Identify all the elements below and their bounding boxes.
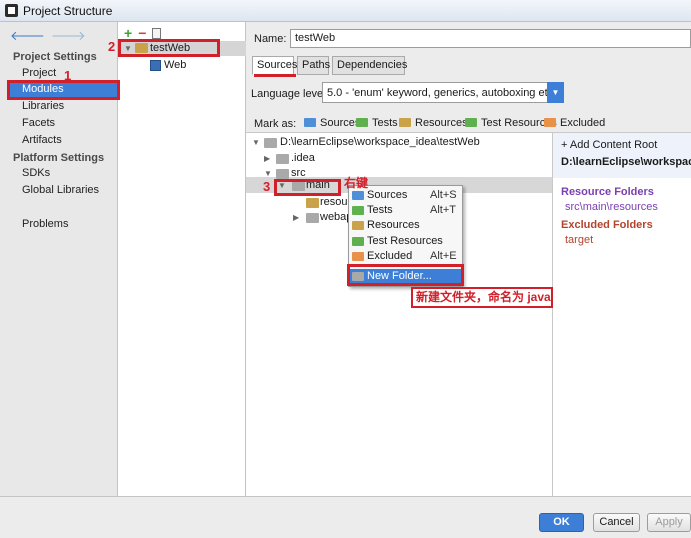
cancel-button[interactable]: Cancel bbox=[593, 513, 640, 532]
add-content-root-label: Add Content Root bbox=[569, 139, 658, 151]
collapse-arrow-icon[interactable]: ▶ bbox=[293, 210, 299, 225]
tests-folder-icon bbox=[352, 206, 364, 215]
excluded-folder-icon bbox=[352, 252, 364, 261]
annotation-box-modules bbox=[7, 80, 120, 100]
resource-folder-entry: src\main\resources bbox=[565, 201, 658, 213]
resource-folders-heading: Resource Folders bbox=[561, 186, 654, 198]
resources-folder-icon bbox=[306, 198, 319, 208]
ok-button[interactable]: OK bbox=[539, 513, 584, 532]
menu-item-tests[interactable]: Tests Alt+T bbox=[349, 203, 462, 218]
menu-item-label: Tests bbox=[367, 204, 393, 216]
nav-item-sdks[interactable]: SDKs bbox=[8, 165, 118, 182]
tab-dependencies[interactable]: Dependencies bbox=[332, 56, 407, 75]
menu-item-label: Sources bbox=[367, 189, 408, 201]
name-label: Name: bbox=[254, 33, 287, 45]
nav-item-libraries[interactable]: Libraries bbox=[8, 98, 118, 115]
expand-arrow-icon[interactable]: ▼ bbox=[252, 135, 260, 150]
web-facet-icon bbox=[150, 60, 161, 71]
add-content-root-button[interactable]: + Add Content Root bbox=[561, 139, 657, 151]
tab-sources[interactable]: Sources bbox=[252, 56, 297, 75]
nav-item-problems[interactable]: Problems bbox=[8, 216, 118, 233]
annotation-callout: 新建文件夹，命名为 java bbox=[411, 287, 553, 308]
annotation-right-click: 右键 bbox=[344, 176, 369, 190]
facet-label: Web bbox=[164, 59, 187, 71]
annotation-step-3: 3 bbox=[263, 179, 271, 194]
menu-item-label: Resources bbox=[367, 219, 420, 231]
menu-item-test-resources[interactable]: Test Resources bbox=[349, 234, 462, 249]
mark-tests-label: Tests bbox=[372, 117, 398, 129]
menu-item-label: Excluded bbox=[367, 250, 413, 262]
tree-node-label: .idea bbox=[291, 152, 315, 164]
mark-excluded-button[interactable]: Excluded bbox=[544, 116, 605, 132]
platform-settings-heading: Platform Settings bbox=[13, 152, 105, 164]
nav-item-facets[interactable]: Facets bbox=[8, 115, 118, 132]
excluded-folder-icon bbox=[544, 118, 556, 127]
tree-node-label: resour bbox=[320, 196, 352, 208]
annotation-box-new-folder bbox=[347, 264, 464, 286]
window-title: Project Structure bbox=[23, 4, 113, 18]
project-settings-heading: Project Settings bbox=[13, 51, 97, 63]
menu-shortcut: Alt+E bbox=[430, 250, 457, 262]
mark-excluded-label: Excluded bbox=[560, 117, 606, 129]
tree-node-label: D:\learnEclipse\workspace_idea\testWeb bbox=[280, 136, 480, 148]
folder-icon bbox=[264, 138, 277, 148]
annotation-step-1: 1 bbox=[64, 68, 72, 83]
annotation-box-main bbox=[274, 179, 341, 196]
menu-item-resources[interactable]: Resources bbox=[349, 218, 462, 233]
plus-icon: + bbox=[561, 139, 570, 151]
menu-shortcut: Alt+S bbox=[430, 189, 457, 201]
resources-folder-icon bbox=[352, 221, 364, 230]
sources-folder-icon bbox=[352, 191, 364, 200]
mark-resources-button[interactable]: Resources bbox=[399, 116, 468, 132]
modules-panel: + − ▼ testWeb Web bbox=[118, 22, 246, 496]
mark-sources-label: Sources bbox=[320, 117, 361, 129]
test-resources-folder-icon bbox=[465, 118, 477, 127]
content-root-panel: + Add Content Root D:\learnEclipse\works… bbox=[552, 132, 691, 496]
collapse-arrow-icon[interactable]: ▶ bbox=[264, 151, 270, 166]
dialog-button-bar: OK Cancel Apply bbox=[0, 496, 691, 538]
intellij-app-icon bbox=[5, 4, 18, 17]
menu-shortcut: Alt+T bbox=[430, 204, 456, 216]
chevron-down-icon[interactable]: ▼ bbox=[547, 82, 564, 103]
folder-icon bbox=[306, 213, 319, 223]
menu-item-excluded[interactable]: Excluded Alt+E bbox=[349, 249, 462, 264]
content-root-path: D:\learnEclipse\workspace_id bbox=[561, 156, 691, 168]
language-level-select[interactable]: 5.0 - 'enum' keyword, generics, autoboxi… bbox=[322, 82, 564, 103]
folder-icon bbox=[276, 154, 289, 164]
menu-item-label: Test Resources bbox=[367, 235, 443, 247]
resources-folder-icon bbox=[399, 118, 411, 127]
mark-tests-button[interactable]: Tests bbox=[356, 116, 398, 132]
test-resources-folder-icon bbox=[352, 237, 364, 246]
annotation-step-2: 2 bbox=[108, 39, 116, 54]
arrow-right-icon[interactable]: 🡒 bbox=[51, 28, 86, 43]
tests-folder-icon bbox=[356, 118, 368, 127]
annotation-box-module bbox=[118, 39, 220, 57]
language-level-label: Language level: bbox=[251, 88, 329, 100]
excluded-folder-entry: target bbox=[565, 234, 594, 246]
arrow-left-icon[interactable]: 🡐 bbox=[10, 28, 45, 43]
module-facet-row[interactable]: Web bbox=[118, 58, 246, 73]
copy-icon[interactable] bbox=[152, 28, 162, 39]
module-name-input[interactable]: testWeb bbox=[290, 29, 691, 48]
module-editor: Name: testWeb Sources Paths Dependencies… bbox=[246, 22, 691, 496]
nav-item-global-libraries[interactable]: Global Libraries bbox=[8, 182, 118, 199]
sources-folder-icon bbox=[304, 118, 316, 127]
tab-paths[interactable]: Paths bbox=[297, 56, 330, 75]
excluded-folders-heading: Excluded Folders bbox=[561, 219, 653, 231]
mark-as-label: Mark as: bbox=[254, 118, 297, 130]
nav-arrows: 🡐 🡒 bbox=[10, 28, 92, 44]
title-bar: Project Structure bbox=[0, 0, 691, 22]
mark-sources-button[interactable]: Sources bbox=[304, 116, 360, 132]
mark-resources-label: Resources bbox=[415, 117, 468, 129]
nav-item-artifacts[interactable]: Artifacts bbox=[8, 132, 118, 149]
apply-button[interactable]: Apply bbox=[647, 513, 691, 532]
annotation-underline-sources bbox=[254, 74, 296, 77]
